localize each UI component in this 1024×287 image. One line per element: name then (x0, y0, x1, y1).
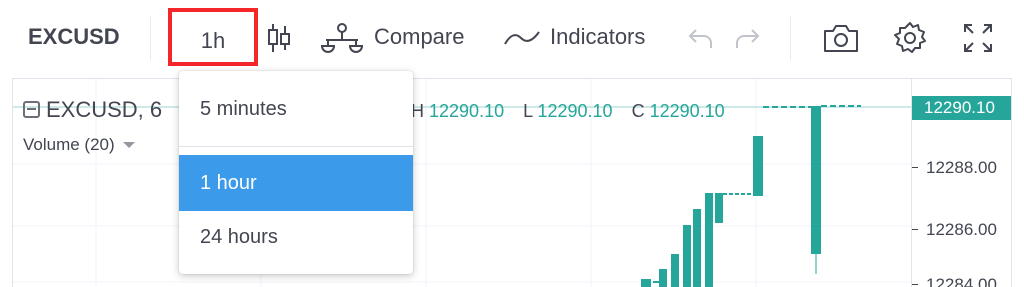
chart-legend: EXCUSD, 6 (23, 97, 162, 123)
interval-option-1h[interactable]: 1 hour (179, 155, 413, 211)
collapse-legend-icon[interactable] (23, 101, 40, 118)
compare-button[interactable]: Compare (374, 24, 464, 50)
price-scale[interactable]: 12290.10 12288.00 12286.00 12284.00 (911, 79, 1011, 287)
chart-toolbar: EXCUSD 1h Compare Indicators (0, 0, 1024, 78)
interval-button[interactable]: 1h (168, 8, 258, 66)
toolbar-divider (150, 16, 151, 60)
interval-option-5m[interactable]: 5 minutes (179, 81, 413, 137)
menu-divider (179, 146, 413, 147)
low-value: 12290.10 (537, 101, 613, 121)
close-label: C (631, 101, 645, 121)
symbol-search-button[interactable]: EXCUSD (28, 24, 120, 50)
candles (641, 106, 821, 287)
chevron-down-icon[interactable] (122, 142, 135, 148)
close-value: 12290.10 (649, 101, 725, 121)
high-value: 12290.10 (429, 101, 505, 121)
compare-icon[interactable] (320, 22, 364, 59)
indicators-icon[interactable] (503, 28, 541, 53)
chart-pane[interactable]: EXCUSD, 6 H 12290.10 L 12290.10 C 12290.… (12, 78, 1012, 287)
indicators-button[interactable]: Indicators (550, 24, 645, 50)
undo-icon[interactable] (688, 26, 714, 55)
last-price-label: 12290.10 (912, 96, 1011, 120)
camera-icon[interactable] (822, 22, 860, 59)
toolbar-divider (790, 16, 791, 60)
volume-label: Volume (20) (23, 135, 115, 154)
candles-icon[interactable] (266, 22, 292, 59)
volume-legend[interactable]: Volume (20) (23, 135, 135, 155)
redo-icon[interactable] (734, 26, 760, 55)
fullscreen-icon[interactable] (962, 22, 994, 59)
interval-label: 1h (200, 28, 226, 53)
settings-icon[interactable] (892, 20, 928, 61)
interval-dropdown: 5 minutes 1 hour 24 hours (179, 71, 413, 274)
legend-title: EXCUSD, 6 (46, 97, 163, 122)
ohlc-values: H 12290.10 L 12290.10 C 12290.10 (411, 101, 739, 122)
low-label: L (523, 101, 533, 121)
interval-option-24h[interactable]: 24 hours (179, 209, 413, 265)
